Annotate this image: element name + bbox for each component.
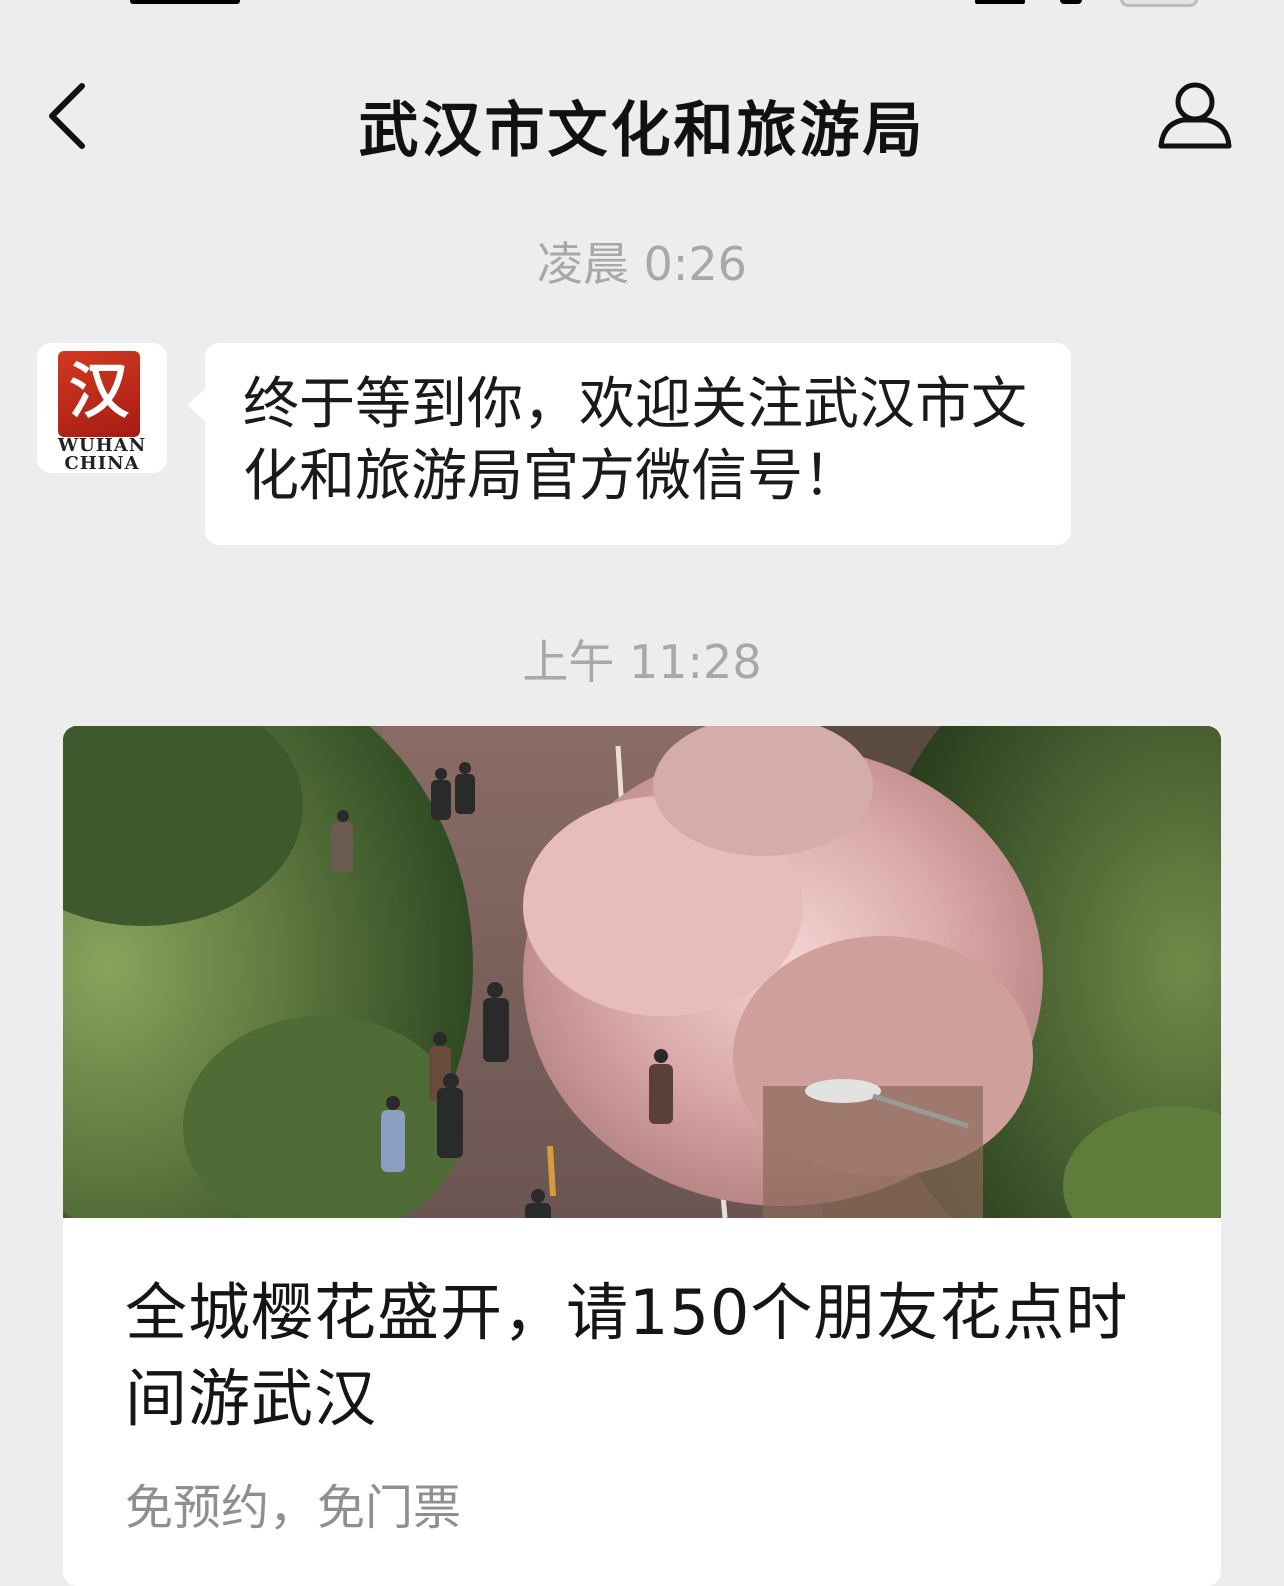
navigation-bar: 武汉市文化和旅游局 [0, 40, 1284, 200]
message-timestamp: 凌晨 0:26 [537, 237, 747, 291]
seal-logo: 汉 [58, 351, 140, 437]
avatar[interactable]: 汉 WUHAN CHINA [37, 343, 167, 473]
article-card[interactable]: 全城樱花盛开，请150个朋友花点时间游武汉 免预约，免门票 [63, 726, 1221, 1586]
page-title: 武汉市文化和旅游局 [358, 96, 926, 166]
seal-glyph: 汉 [69, 357, 129, 427]
battery-icon [1120, 0, 1198, 7]
message-bubble[interactable]: 终于等到你，欢迎关注武汉市文化和旅游局官方微信号！ [187, 343, 1071, 545]
profile-button[interactable] [1155, 80, 1235, 150]
signal-icon [975, 0, 1025, 4]
status-bar [0, 0, 1284, 14]
article-subtitle: 免预约，免门票 [125, 1480, 462, 1536]
person-icon [1158, 82, 1232, 149]
status-time-fragment [130, 0, 240, 4]
avatar-brand-line2: CHINA [64, 453, 140, 473]
wifi-icon [1060, 0, 1082, 4]
message-timestamp: 上午 11:28 [522, 635, 762, 689]
article-headline: 全城樱花盛开，请150个朋友花点时间游武汉 [125, 1276, 1129, 1435]
article-cover-image [63, 726, 1221, 1218]
